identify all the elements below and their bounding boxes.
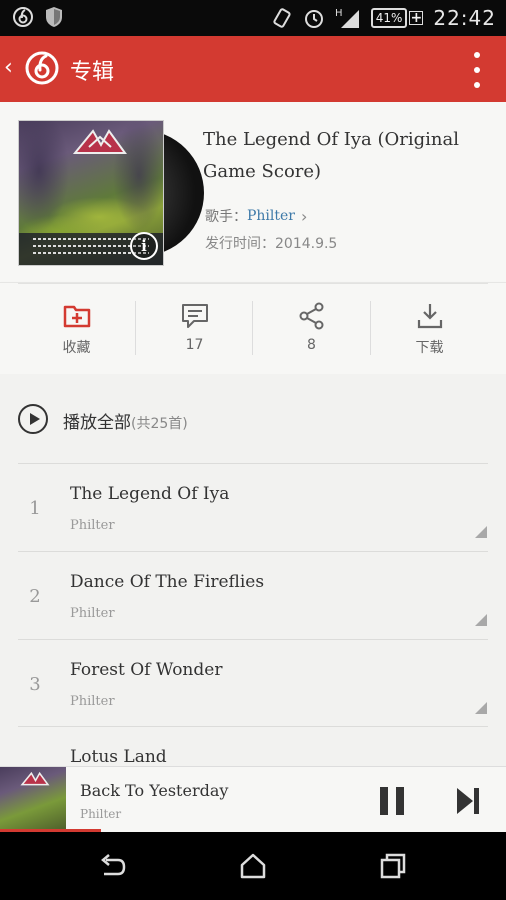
- page-title: 专辑: [70, 60, 115, 85]
- mini-player[interactable]: Back To Yesterday Philter: [0, 766, 506, 833]
- download-icon: [417, 304, 442, 329]
- pause-icon[interactable]: [380, 787, 404, 815]
- download-label: 下载: [415, 340, 444, 356]
- game-logo: [20, 771, 50, 786]
- comments-button[interactable]: 17: [136, 301, 253, 357]
- signal-icon: H: [335, 8, 359, 28]
- more-triangle-icon[interactable]: [475, 614, 487, 626]
- track-artist: Philter: [70, 694, 115, 709]
- status-bar: H 41% + 22:42: [0, 0, 506, 36]
- play-all-count: (共25首): [131, 416, 188, 432]
- now-playing-title: Back To Yesterday: [80, 781, 229, 800]
- artist-link[interactable]: Philter: [247, 208, 295, 224]
- favorite-label: 收藏: [62, 340, 91, 356]
- add-folder-icon: [63, 305, 90, 328]
- play-all-row[interactable]: 播放全部(共25首): [0, 374, 506, 464]
- game-logo: [72, 129, 127, 154]
- track-title: The Legend Of Iya: [70, 484, 230, 504]
- track-row[interactable]: 3 Forest Of Wonder Philter: [0, 640, 506, 728]
- info-icon[interactable]: i: [130, 232, 158, 260]
- share-button[interactable]: 8: [253, 301, 370, 357]
- shield-icon: [46, 7, 62, 27]
- app-bar: ‹ 专辑: [0, 36, 506, 102]
- charging-icon: +: [409, 10, 424, 26]
- play-circle-icon[interactable]: [18, 404, 48, 434]
- rotate-icon: [273, 8, 291, 28]
- more-triangle-icon[interactable]: [475, 526, 487, 538]
- track-number: 2: [29, 586, 41, 607]
- track-number: 3: [29, 674, 41, 695]
- track-artist: Philter: [70, 518, 115, 533]
- now-playing-cover[interactable]: [0, 767, 66, 833]
- track-title: Lotus Land: [70, 747, 167, 767]
- netease-cloud-music-icon[interactable]: [24, 50, 60, 86]
- album-header: i The Legend Of Iya (Original Game Score…: [0, 102, 506, 282]
- album-cover[interactable]: i: [18, 120, 204, 266]
- overflow-menu-icon[interactable]: [472, 52, 482, 88]
- svg-text:H: H: [335, 8, 343, 19]
- track-title: Dance Of The Fireflies: [70, 572, 265, 592]
- back-icon[interactable]: ‹: [4, 56, 13, 80]
- download-button[interactable]: 下载: [371, 301, 488, 357]
- nav-back-icon[interactable]: [96, 850, 128, 882]
- track-title: Forest Of Wonder: [70, 660, 223, 680]
- album-actions: 收藏 17 8 下载: [0, 282, 506, 374]
- track-row[interactable]: 2 Dance Of The Fireflies Philter: [0, 552, 506, 640]
- comment-icon: [181, 304, 208, 328]
- play-all-label: 播放全部: [63, 413, 131, 433]
- chevron-right-icon: ›: [301, 206, 308, 226]
- netease-cloud-music-icon: [13, 7, 33, 27]
- release-label: 发行时间：: [205, 236, 275, 252]
- alarm-icon: [304, 10, 323, 28]
- system-nav-bar: [0, 832, 506, 900]
- nav-recents-icon[interactable]: [377, 850, 409, 882]
- now-playing-artist: Philter: [80, 807, 122, 821]
- album-title: The Legend Of Iya (Original Game Score): [203, 129, 459, 182]
- track-row[interactable]: 1 The Legend Of Iya Philter: [0, 464, 506, 552]
- nav-home-icon[interactable]: [237, 850, 269, 882]
- artist-label: 歌手：: [205, 209, 247, 225]
- more-triangle-icon[interactable]: [475, 702, 487, 714]
- favorite-button[interactable]: 收藏: [18, 301, 135, 357]
- artist-line[interactable]: 歌手： Philter ›: [205, 206, 307, 226]
- track-number: 1: [29, 498, 41, 519]
- battery-indicator: 41%: [370, 8, 408, 28]
- release-date: 2014.9.5: [275, 236, 338, 252]
- shares-count: 8: [307, 337, 316, 353]
- clock: 22:42: [433, 6, 496, 30]
- skip-next-icon[interactable]: [456, 787, 480, 815]
- track-artist: Philter: [70, 606, 115, 621]
- comments-count: 17: [185, 337, 204, 353]
- share-icon: [299, 302, 323, 330]
- release-date-line: 发行时间：2014.9.5: [205, 233, 337, 253]
